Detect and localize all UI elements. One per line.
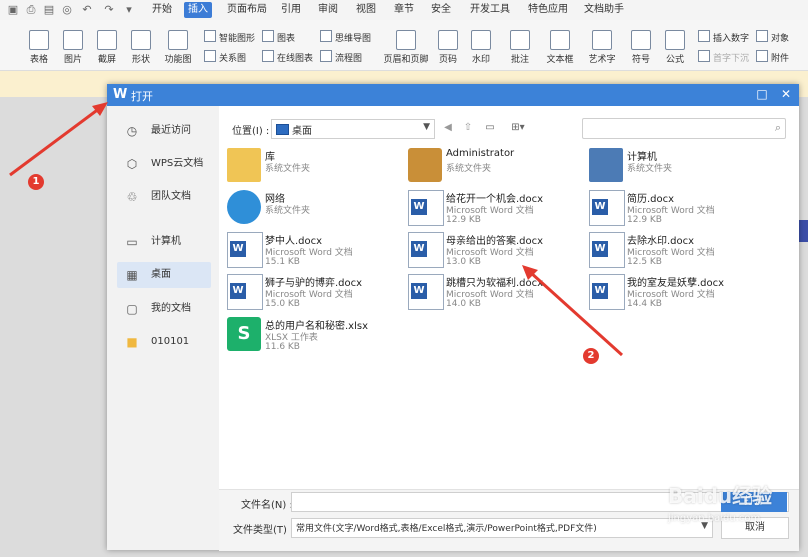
annotation-marker-1: 1: [28, 174, 44, 190]
baidu-watermark: Baidu经验 jingyan.baidu.com: [668, 480, 798, 540]
arrow-1: [9, 106, 101, 177]
arrow-2: [528, 270, 624, 357]
annotation-arrows: [9, 102, 624, 357]
annotation-marker-2: 2: [583, 348, 599, 364]
watermark-main: Baidu经验: [668, 484, 773, 508]
watermark-sub: jingyan.baidu.com: [668, 513, 761, 524]
